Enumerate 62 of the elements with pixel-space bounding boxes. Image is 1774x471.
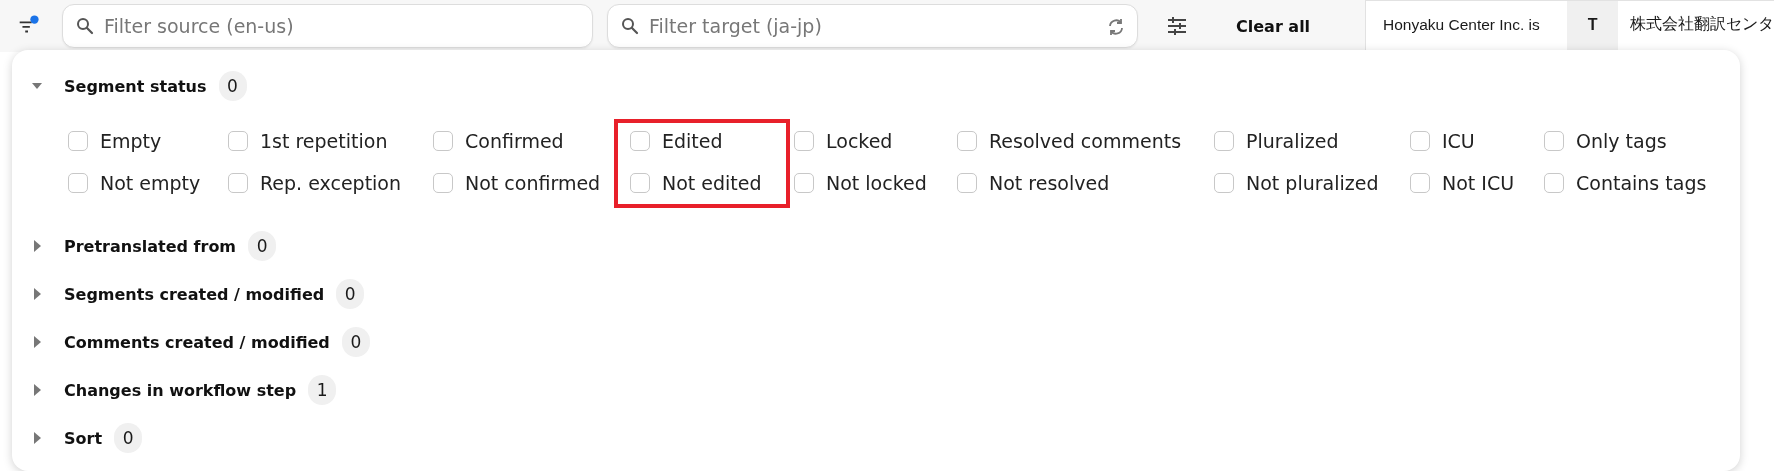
option-label[interactable]: Resolved comments [989, 130, 1182, 152]
option-label[interactable]: Not confirmed [465, 172, 601, 194]
section-title[interactable]: Sort [64, 428, 103, 448]
checkbox[interactable] [433, 173, 453, 193]
section-title[interactable]: Segments created / modified [64, 284, 325, 304]
option-label[interactable]: Contains tags [1576, 172, 1707, 194]
expand-caret-icon[interactable] [32, 384, 42, 396]
checkbox[interactable] [1410, 131, 1430, 151]
option-label[interactable]: ICU [1442, 130, 1475, 152]
checkbox[interactable] [957, 173, 977, 193]
section-title[interactable]: Segment status [64, 76, 207, 96]
count-badge: 0 [336, 279, 365, 309]
target-filter-field[interactable]: Filter target (ja-jp) [607, 4, 1138, 48]
count-badge: 0 [114, 423, 143, 453]
option-label[interactable]: 1st repetition [260, 130, 388, 152]
expand-caret-icon[interactable] [32, 336, 42, 348]
checkbox[interactable] [68, 173, 88, 193]
option-label[interactable]: Not empty [100, 172, 201, 194]
section-title[interactable]: Changes in workflow step [64, 380, 297, 400]
checkbox[interactable] [794, 131, 814, 151]
checkbox[interactable] [630, 173, 650, 193]
option-label[interactable]: Pluralized [1246, 130, 1339, 152]
expand-caret-icon[interactable] [32, 288, 42, 300]
count-badge: 0 [218, 71, 247, 101]
source-text: Honyaku Center Inc. is [1383, 16, 1540, 33]
clear-all-button[interactable]: Clear all [1228, 10, 1319, 42]
checkbox[interactable] [228, 131, 248, 151]
section-title[interactable]: Comments created / modified [64, 332, 330, 352]
source-filter-field[interactable]: Filter source (en-us) [62, 4, 593, 48]
checkbox[interactable] [1544, 173, 1564, 193]
search-icon [76, 17, 94, 35]
option-label[interactable]: Not pluralized [1246, 172, 1379, 194]
settings-icon[interactable] [1166, 16, 1188, 36]
checkbox[interactable] [630, 131, 650, 151]
option-label[interactable]: Only tags [1576, 130, 1667, 152]
count-badge: 1 [308, 375, 337, 405]
checkbox[interactable] [794, 173, 814, 193]
refresh-search-icon[interactable] [1106, 17, 1126, 37]
search-icon [621, 17, 639, 35]
option-label[interactable]: Rep. exception [260, 172, 402, 194]
checkbox[interactable] [1214, 173, 1234, 193]
option-label[interactable]: Edited [662, 130, 723, 152]
option-label[interactable]: Locked [826, 130, 893, 152]
option-label[interactable]: Not edited [662, 172, 762, 194]
count-badge: 0 [248, 231, 277, 261]
count-badge: 0 [341, 327, 370, 357]
option-label[interactable]: Confirmed [465, 130, 564, 152]
checkbox[interactable] [957, 131, 977, 151]
checkbox[interactable] [1544, 131, 1564, 151]
checkbox[interactable] [68, 131, 88, 151]
expand-caret-icon[interactable] [32, 432, 42, 444]
target-text: 株式会社翻訳センタ [1630, 15, 1774, 32]
option-label[interactable]: Not resolved [989, 172, 1110, 194]
option-label[interactable]: Empty [100, 130, 162, 152]
section-title[interactable]: Pretranslated from [64, 236, 237, 256]
checkbox[interactable] [433, 131, 453, 151]
expand-caret-icon[interactable] [32, 240, 42, 252]
checkbox[interactable] [228, 173, 248, 193]
checkbox[interactable] [1214, 131, 1234, 151]
checkbox[interactable] [1410, 173, 1430, 193]
option-label[interactable]: Not locked [826, 172, 927, 194]
option-label[interactable]: Not ICU [1442, 172, 1515, 194]
